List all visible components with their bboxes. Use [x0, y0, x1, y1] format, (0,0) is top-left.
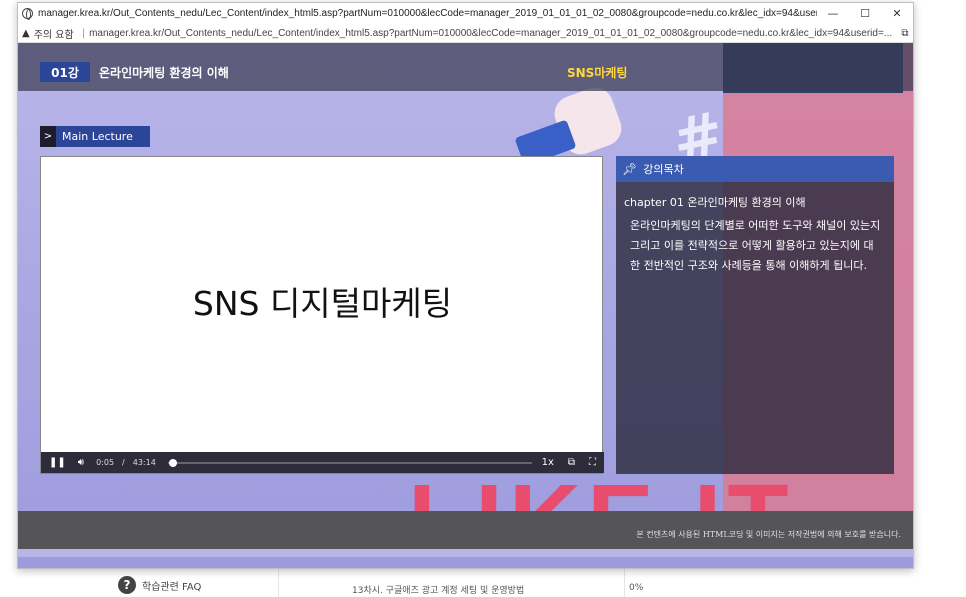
faq-label: 학습관련 FAQ — [142, 581, 202, 593]
progress-knob[interactable] — [168, 458, 177, 467]
minimize-button[interactable]: — — [818, 7, 848, 20]
lecture-header: 01강 온라인마케팅 환경의 이해 SNS마케팅 — [18, 43, 913, 91]
current-time: 0:05 — [96, 458, 115, 467]
pip-icon[interactable]: ⧉ — [568, 457, 575, 468]
globe-icon — [22, 8, 33, 20]
faq-link[interactable]: ? 학습관련 FAQ — [118, 576, 201, 594]
toc-description: 온라인마케팅의 단계별로 어떠한 도구와 채널이 있는지 그리고 이를 전략적으… — [630, 219, 881, 272]
lesson-row-title[interactable]: 13차시. 구글애즈 광고 계정 세팅 및 운영방법 — [352, 583, 524, 596]
table-divider — [624, 566, 625, 597]
close-button[interactable]: ✕ — [882, 7, 912, 20]
pause-icon[interactable]: ❚❚ — [49, 457, 66, 468]
player-controls: ❚❚ 🔊︎ 0:05 / 43:14 1x ⧉ ⛶ — [41, 452, 604, 473]
duration: 43:14 — [132, 458, 156, 467]
maximize-button[interactable]: ☐ — [850, 7, 880, 20]
table-of-contents: 📌︎ 강의목차 chapter 01 온라인마케팅 환경의 이해 온라인마케팅의… — [616, 156, 894, 474]
section-label: Main Lecture — [62, 130, 133, 143]
pin-icon: 📌︎ — [622, 162, 638, 176]
progress-track[interactable] — [167, 458, 532, 467]
lesson-number-badge: 01강 — [40, 62, 90, 82]
security-warning-label[interactable]: 주의 요함 — [34, 26, 74, 41]
address-bar[interactable]: ▲ 주의 요함 | manager.krea.kr/Out_Contents_n… — [18, 24, 913, 43]
slide-title: SNS 디지털마케팅 — [192, 284, 453, 323]
footer-strip — [18, 549, 913, 557]
window-controls: — ☐ ✕ — [817, 7, 913, 20]
lesson-row-percent: 0% — [629, 583, 644, 593]
fullscreen-icon[interactable]: ⛶ — [589, 457, 596, 468]
url-text[interactable]: manager.krea.kr/Out_Contents_nedu/Lec_Co… — [89, 28, 897, 39]
course-name: SNS마케팅 — [567, 65, 628, 80]
video-player[interactable]: SNS 디지털마케팅 ❚❚ 🔊︎ 0:05 / 43:14 1x ⧉ ⛶ — [40, 156, 604, 474]
table-divider — [278, 566, 279, 597]
toc-chapter: chapter 01 온라인마케팅 환경의 이해 — [624, 196, 806, 209]
volume-icon[interactable]: 🔊︎ — [78, 457, 84, 468]
toc-title: 강의목차 — [643, 163, 684, 176]
toc-header: 📌︎ 강의목차 — [616, 156, 894, 182]
lesson-title: 온라인마케팅 환경의 이해 — [99, 65, 229, 80]
window-title: manager.krea.kr/Out_Contents_nedu/Lec_Co… — [38, 8, 817, 19]
chevron-right-icon: > — [40, 126, 56, 147]
lecture-content: # LIKE IT 01강 온라인마케팅 환경의 이해 SNS마케팅 > Mai… — [18, 43, 913, 568]
time-separator: / — [122, 458, 125, 467]
main-lecture-label: > Main Lecture — [40, 126, 150, 147]
copyright-notice: 본 컨텐츠에 사용된 HTML코딩 및 이미지는 저작권법에 의해 보호를 받습… — [636, 530, 901, 539]
lecture-footer: 본 컨텐츠에 사용된 HTML코딩 및 이미지는 저작권법에 의해 보호를 받습… — [18, 511, 913, 549]
question-circle-icon: ? — [118, 576, 136, 594]
popup-window: manager.krea.kr/Out_Contents_nedu/Lec_Co… — [17, 2, 914, 569]
speed-button[interactable]: 1x — [542, 457, 554, 468]
address-separator: | — [81, 27, 86, 39]
window-titlebar[interactable]: manager.krea.kr/Out_Contents_nedu/Lec_Co… — [18, 3, 913, 24]
warning-icon[interactable]: ▲ — [22, 28, 30, 39]
translate-icon[interactable]: ⧉ — [897, 28, 913, 39]
